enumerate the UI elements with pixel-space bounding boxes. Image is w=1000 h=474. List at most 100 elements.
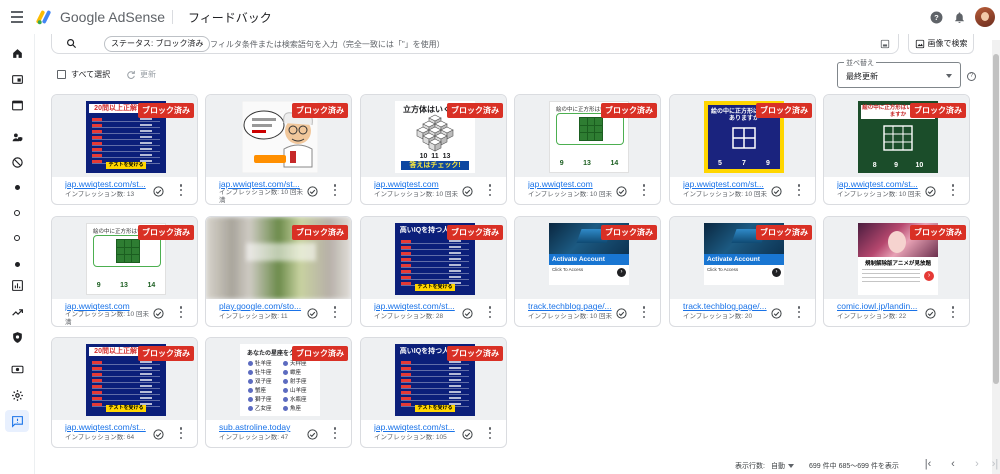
- ad-url-link[interactable]: jap.wwiqtest.com: [528, 179, 612, 189]
- ad-card[interactable]: Activate Account Click To Access › ブロック済み tr…: [514, 216, 661, 327]
- select-all-checkbox[interactable]: [57, 70, 66, 79]
- filter-bar[interactable]: ステータス: ブロック済み フィルタ条件または検索語句を入力（完全一致には「"」…: [51, 34, 899, 54]
- zodiac-sign[interactable]: 獅子座: [248, 395, 279, 403]
- notifications-icon[interactable]: [952, 10, 966, 24]
- more-vert-icon[interactable]: [642, 184, 646, 196]
- more-vert-icon[interactable]: [797, 306, 801, 318]
- ad-url-link[interactable]: jap.wwiqtest.com: [65, 301, 149, 311]
- ad-card[interactable]: 立方体はいくつあ 10 11 13 答えはチェック! ブロック済み jap.wwiqte…: [360, 94, 507, 205]
- ad-url-link[interactable]: sub.astroline.today: [219, 422, 303, 432]
- ad-card[interactable]: あなたの星座をクリック 牡羊座 天秤座 牡牛座 蠍座 双子座 射手座 蟹座 山羊座 獅子座 水瓶座乙…: [205, 337, 352, 448]
- ad-thumbnail[interactable]: 絵の中に正方形はいくつあ 9 13 14 ブロック済み: [515, 95, 660, 177]
- ad-url-link[interactable]: jap.wwiqtest.com/st...: [683, 179, 767, 189]
- ad-url-link[interactable]: jap.wwiqtest.com/st...: [219, 179, 303, 189]
- allow-ad-icon[interactable]: [771, 184, 782, 197]
- filter-input[interactable]: フィルタ条件または検索語句を入力（完全一致には「"」を使用）: [210, 39, 445, 50]
- ad-card[interactable]: 高いIQを持つ人だけが テストを受ける ブロック済み jap.wwiqtest.com…: [360, 337, 507, 448]
- ad-thumbnail[interactable]: 20問以上正解できる テストを受ける ブロック済み: [52, 338, 197, 420]
- zodiac-sign[interactable]: 牡羊座: [248, 359, 279, 367]
- allow-ad-icon[interactable]: [771, 306, 782, 319]
- allow-ad-icon[interactable]: [925, 306, 936, 319]
- zodiac-sign[interactable]: 乙女座: [248, 404, 279, 412]
- rows-per-page-select[interactable]: 自動: [771, 461, 785, 471]
- more-vert-icon[interactable]: [488, 306, 492, 318]
- menu-icon[interactable]: [8, 8, 26, 26]
- sidebar-item-ring[interactable]: [9, 230, 25, 246]
- more-vert-icon[interactable]: [797, 184, 801, 196]
- allow-ad-icon[interactable]: [153, 427, 164, 440]
- more-vert-icon[interactable]: [179, 184, 183, 196]
- ad-url-link[interactable]: track.techblog.page/...: [683, 301, 767, 311]
- allow-ad-icon[interactable]: [307, 306, 318, 319]
- sidebar-item-sites[interactable]: [9, 97, 25, 113]
- save-filter-icon[interactable]: [880, 39, 890, 49]
- ad-card[interactable]: 20問以上正解できる テストを受ける ブロック済み jap.wwiqtest.com/…: [51, 94, 198, 205]
- more-vert-icon[interactable]: [333, 427, 337, 439]
- sidebar-item-privacy[interactable]: [9, 129, 25, 145]
- more-vert-icon[interactable]: [333, 306, 337, 318]
- ad-url-link[interactable]: jap.wwiqtest.com: [374, 179, 458, 189]
- allow-ad-icon[interactable]: [307, 427, 318, 440]
- select-all[interactable]: すべて選択: [57, 69, 110, 80]
- allow-ad-icon[interactable]: [153, 184, 164, 197]
- sidebar-item-dot[interactable]: [9, 179, 25, 195]
- sidebar-item-block[interactable]: [9, 154, 25, 170]
- sidebar-item-feedback[interactable]: [5, 410, 29, 432]
- sidebar-item-ring[interactable]: [9, 205, 25, 221]
- sort-help-icon[interactable]: ?: [967, 72, 976, 81]
- ad-url-link[interactable]: track.techblog.page/...: [528, 301, 612, 311]
- ad-url-link[interactable]: comic.iowl.jp/landin...: [837, 301, 921, 311]
- refresh-button[interactable]: 更新: [126, 69, 156, 80]
- ad-thumbnail[interactable]: 絵の中に正方形はいくつありますか 8 9 10 ブロック済み: [824, 95, 969, 177]
- search-icon[interactable]: [66, 38, 77, 49]
- rows-chevron-down-icon[interactable]: [788, 464, 794, 468]
- allow-ad-icon[interactable]: [153, 306, 164, 319]
- ad-card[interactable]: 規制解除版アニメが見放題 › ブロック済み comic.iowl.jp/landin.…: [823, 216, 970, 327]
- zodiac-sign[interactable]: 射手座: [283, 377, 314, 385]
- sidebar-item-reports[interactable]: [9, 277, 25, 293]
- sort-select[interactable]: 並べ替え 最終更新: [837, 58, 961, 88]
- allow-ad-icon[interactable]: [616, 184, 627, 197]
- allow-ad-icon[interactable]: [616, 306, 627, 319]
- ad-thumbnail[interactable]: Activate Account Click To Access › ブロック済み: [670, 217, 815, 299]
- zodiac-sign[interactable]: 魚座: [283, 404, 314, 412]
- ad-card[interactable]: 高いIQを持つ人だけが テストを受ける ブロック済み jap.wwiqtest.com…: [360, 216, 507, 327]
- ad-thumbnail[interactable]: 高いIQを持つ人だけが テストを受ける ブロック済み: [361, 338, 506, 420]
- ad-thumbnail[interactable]: 20問以上正解できる テストを受ける ブロック済み: [52, 95, 197, 177]
- adsense-logo-icon[interactable]: [36, 8, 54, 26]
- status-filter-chip[interactable]: ステータス: ブロック済み: [104, 36, 211, 52]
- ad-url-link[interactable]: jap.wwiqtest.com/st...: [374, 422, 458, 432]
- ad-thumbnail[interactable]: Activate Account Click To Access › ブロック済み: [515, 217, 660, 299]
- ad-card[interactable]: 絵の中に正方形はいくつありますか 8 9 10 ブロック済み jap.wwiqtest.c…: [823, 94, 970, 205]
- allow-ad-icon[interactable]: [462, 427, 473, 440]
- more-vert-icon[interactable]: [179, 306, 183, 318]
- last-page-icon[interactable]: ›|: [989, 459, 1000, 471]
- ad-card[interactable]: ブロック済み jap.wwiqtest.com/st... インプレッション数: 1…: [205, 94, 352, 205]
- ad-thumbnail[interactable]: あなたの星座をクリック 牡羊座 天秤座 牡牛座 蠍座 双子座 射手座 蟹座 山羊座 獅子座 水瓶座乙…: [206, 338, 351, 420]
- allow-ad-icon[interactable]: [462, 306, 473, 319]
- ad-thumbnail[interactable]: 規制解除版アニメが見放題 › ブロック済み: [824, 217, 969, 299]
- zodiac-sign[interactable]: 山羊座: [283, 386, 314, 394]
- more-vert-icon[interactable]: [488, 184, 492, 196]
- sidebar-item-dot[interactable]: [9, 256, 25, 272]
- allow-ad-icon[interactable]: [307, 184, 318, 197]
- product-name[interactable]: Google AdSense: [60, 9, 165, 25]
- allow-ad-icon[interactable]: [925, 184, 936, 197]
- more-vert-icon[interactable]: [951, 184, 955, 196]
- image-search-button[interactable]: 画像で検索: [908, 34, 974, 54]
- ad-url-link[interactable]: jap.wwiqtest.com/st...: [374, 301, 458, 311]
- prev-page-icon[interactable]: ‹: [947, 459, 959, 471]
- ad-thumbnail[interactable]: 高いIQを持つ人だけが テストを受ける ブロック済み: [361, 217, 506, 299]
- sidebar-item-payments[interactable]: [9, 361, 25, 377]
- avatar[interactable]: [975, 7, 995, 27]
- help-icon[interactable]: ?: [929, 10, 943, 24]
- scrollbar-thumb[interactable]: [993, 54, 999, 384]
- ad-url-link[interactable]: jap.wwiqtest.com/st...: [837, 179, 921, 189]
- ad-card[interactable]: ブロック済み play.google.com/sto... インプレッション数: 1…: [205, 216, 352, 327]
- ad-thumbnail[interactable]: ブロック済み: [206, 95, 351, 177]
- ad-url-link[interactable]: play.google.com/sto...: [219, 301, 303, 311]
- ad-card[interactable]: Activate Account Click To Access › ブロック済み tr…: [669, 216, 816, 327]
- sidebar-item-home[interactable]: [9, 45, 25, 61]
- allow-ad-icon[interactable]: [462, 184, 473, 197]
- more-vert-icon[interactable]: [179, 427, 183, 439]
